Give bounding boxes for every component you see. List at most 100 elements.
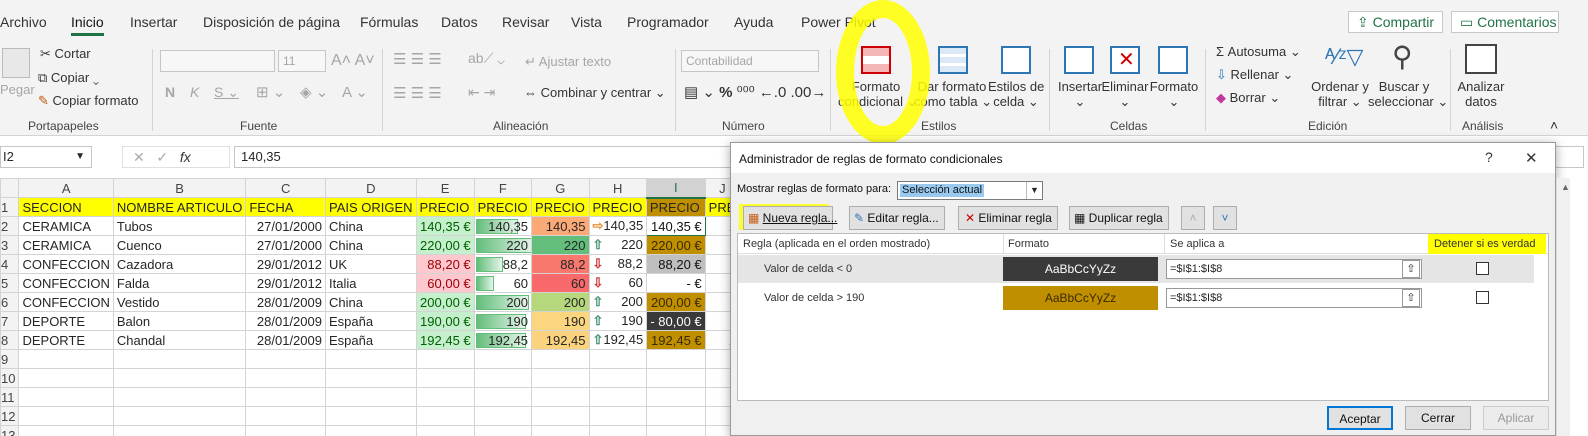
row-header[interactable]: 13: [0, 425, 20, 436]
cell[interactable]: ⇧ 192,45: [588, 330, 647, 350]
cell[interactable]: [245, 349, 326, 369]
row-header[interactable]: 3: [0, 235, 20, 255]
cell[interactable]: PRECIO: [645, 197, 706, 217]
apply-button[interactable]: Aplicar: [1483, 406, 1549, 430]
cell[interactable]: 29/01/2012: [245, 254, 326, 274]
cell[interactable]: 220: [473, 235, 533, 255]
orientation-icon[interactable]: ab⟋ ⌄: [468, 50, 505, 67]
row-header[interactable]: 10: [0, 368, 20, 388]
row-header[interactable]: 12: [0, 406, 20, 426]
delete-cells-button[interactable]: Eliminar ⌄: [1099, 79, 1151, 109]
cell[interactable]: [324, 425, 417, 436]
tab-inicio[interactable]: Inicio: [71, 14, 104, 36]
clear-button[interactable]: ◆ Borrar ⌄: [1216, 90, 1280, 106]
row-header[interactable]: 6: [0, 292, 20, 312]
cell[interactable]: 140,35: [531, 216, 590, 236]
cell[interactable]: 29/01/2012: [245, 273, 326, 293]
cell[interactable]: [245, 368, 326, 388]
cell[interactable]: SECCION: [18, 197, 114, 217]
cell[interactable]: 192,45 €: [415, 330, 475, 350]
cell[interactable]: China: [324, 292, 417, 312]
enter-icon[interactable]: ✓: [156, 149, 168, 165]
cell[interactable]: 200,00 €: [415, 292, 475, 312]
cell[interactable]: 28/01/2009: [245, 330, 326, 350]
align-left-icon[interactable]: ☰ ☰ ☰: [393, 84, 442, 102]
cell[interactable]: 28/01/2009: [245, 311, 326, 331]
cell[interactable]: DEPORTE: [18, 311, 114, 331]
cell[interactable]: Balon: [112, 311, 247, 331]
merge-center-button[interactable]: ⇔ Combinar y centrar ⌄: [524, 85, 666, 101]
cell[interactable]: [415, 368, 475, 388]
column-header[interactable]: D: [324, 178, 417, 198]
cell[interactable]: [531, 387, 590, 407]
column-header[interactable]: A: [18, 178, 114, 198]
cell[interactable]: Italia: [324, 273, 417, 293]
cell[interactable]: NOMBRE ARTICULO: [112, 197, 247, 217]
tab-ayuda[interactable]: Ayuda: [734, 14, 773, 30]
cell[interactable]: [415, 387, 475, 407]
tab-insertar[interactable]: Insertar: [130, 14, 177, 30]
cell[interactable]: [324, 406, 417, 426]
cell[interactable]: ⇩ 88,2: [588, 254, 647, 274]
rule-row[interactable]: Valor de celda > 190 AaBbCcYyZz =$I$1:$I…: [738, 284, 1534, 312]
cell[interactable]: 220,00 €: [415, 235, 475, 255]
cell[interactable]: 88,2: [473, 254, 533, 274]
edit-rule-button[interactable]: ✎ Editar regla...: [849, 206, 945, 230]
row-header[interactable]: 4: [0, 254, 20, 274]
cell[interactable]: 192,45: [531, 330, 590, 350]
row-header[interactable]: 8: [0, 330, 20, 350]
stop-if-true-checkbox[interactable]: [1476, 262, 1489, 275]
cell[interactable]: [18, 387, 114, 407]
cell[interactable]: [18, 368, 114, 388]
cell[interactable]: 88,2: [531, 254, 590, 274]
analyze-data-button[interactable]: Analizar datos: [1455, 79, 1507, 109]
cell[interactable]: ⇧ 200: [588, 292, 647, 312]
tab-formulas[interactable]: Fórmulas: [360, 14, 418, 30]
italic-icon[interactable]: K: [190, 84, 199, 100]
cell[interactable]: [473, 406, 533, 426]
column-header[interactable]: I: [645, 178, 706, 199]
font-color-icon[interactable]: A ⌄: [342, 83, 368, 101]
cell[interactable]: [18, 406, 114, 426]
cell[interactable]: [324, 349, 417, 369]
column-header[interactable]: C: [245, 178, 326, 198]
applies-to-input[interactable]: =$I$1:$I$8: [1166, 259, 1422, 279]
new-rule-button[interactable]: ▦ Nueva regla...: [743, 206, 837, 230]
help-button[interactable]: ?: [1485, 149, 1493, 165]
cell[interactable]: [645, 387, 706, 407]
wrap-text-button[interactable]: ↵ Ajustar texto: [525, 54, 611, 70]
fill-color-icon[interactable]: ◈ ⌄: [300, 83, 328, 101]
range-picker-icon[interactable]: ⇧: [1402, 289, 1420, 307]
cell[interactable]: 60: [531, 273, 590, 293]
cut-button[interactable]: ✂ Cortar: [40, 46, 91, 62]
cell[interactable]: 140,35 €: [415, 216, 475, 236]
cell[interactable]: [18, 425, 114, 436]
cell[interactable]: [588, 406, 647, 426]
vertical-scrollbar[interactable]: ▲: [1556, 178, 1570, 436]
ok-button[interactable]: Aceptar: [1327, 406, 1393, 430]
cell[interactable]: [112, 368, 247, 388]
cell[interactable]: [645, 406, 706, 426]
cell[interactable]: España: [324, 311, 417, 331]
cell[interactable]: 27/01/2000: [245, 235, 326, 255]
cell[interactable]: España: [324, 330, 417, 350]
move-down-button[interactable]: ˅: [1213, 206, 1237, 230]
applies-to-input[interactable]: =$I$1:$I$8: [1166, 288, 1422, 308]
copy-button[interactable]: ⧉ Copiar ⌄: [38, 70, 99, 86]
underline-icon[interactable]: S ⌄: [214, 84, 239, 101]
cell[interactable]: DEPORTE: [18, 330, 114, 350]
cell[interactable]: China: [324, 235, 417, 255]
cell[interactable]: [415, 349, 475, 369]
cell[interactable]: 190,00 €: [415, 311, 475, 331]
cell[interactable]: CONFECCION: [18, 254, 114, 274]
grow-font-icon[interactable]: A˄ A˅: [331, 52, 375, 70]
copy-format-button[interactable]: ✎ Copiar formato: [38, 93, 139, 109]
column-header[interactable]: B: [112, 178, 247, 198]
cell[interactable]: 200,00 €: [645, 292, 706, 312]
indent-icon[interactable]: ⇤ ⇥: [468, 84, 495, 101]
row-header[interactable]: 7: [0, 311, 20, 331]
column-header[interactable]: H: [588, 178, 647, 198]
cell[interactable]: [18, 349, 114, 369]
cell[interactable]: [645, 425, 706, 436]
cell[interactable]: [473, 387, 533, 407]
